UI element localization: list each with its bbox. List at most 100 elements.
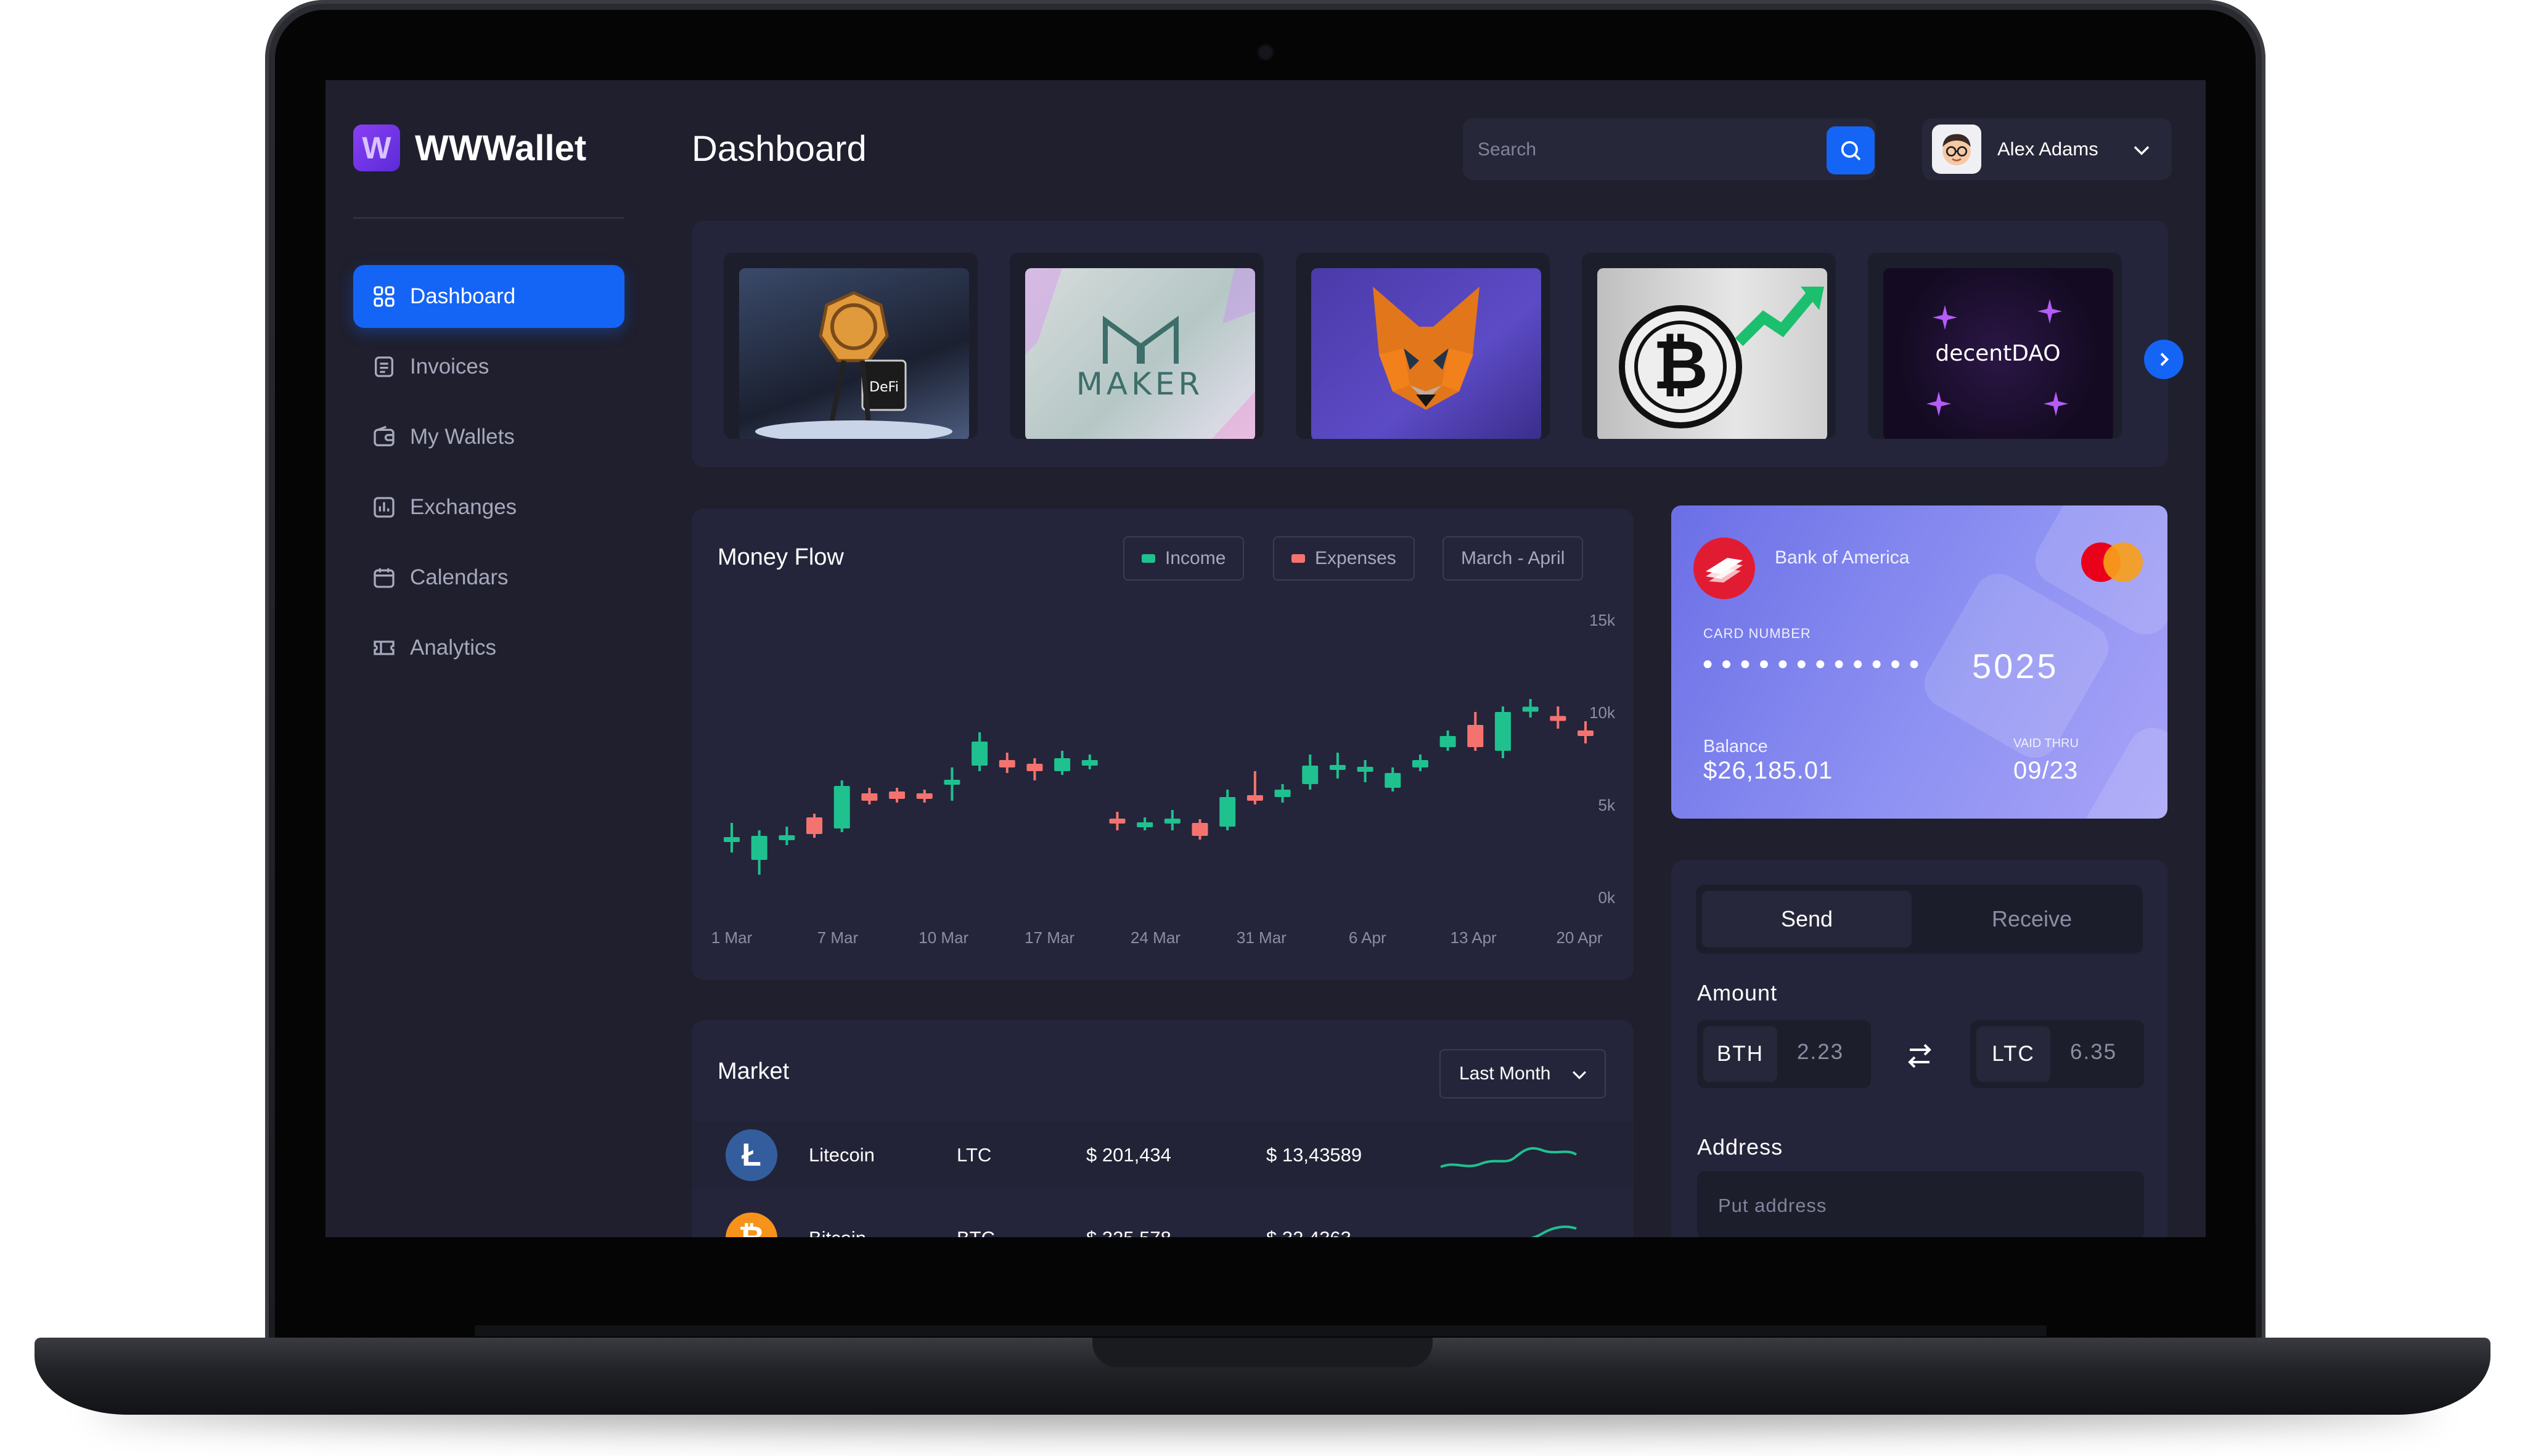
- maker-illustration: MAKER: [1025, 268, 1255, 439]
- carousel-card[interactable]: MAKER: [1010, 253, 1264, 439]
- candle-body: [1412, 760, 1428, 767]
- candle: [1192, 819, 1208, 840]
- table-row[interactable]: ₿ Bitcoin BTC $ 325,578 $ 32,4363: [692, 1205, 1634, 1237]
- candle: [1439, 730, 1456, 751]
- carousel-next-button[interactable]: [2144, 340, 2183, 379]
- tab-receive[interactable]: Receive: [1927, 891, 2137, 947]
- search-box: [1463, 118, 1876, 180]
- candle-body: [1137, 822, 1153, 827]
- nft-card-label: DeFi: [869, 380, 899, 395]
- from-currency[interactable]: BTH: [1703, 1026, 1777, 1082]
- from-amount-field[interactable]: BTH 2.23: [1697, 1020, 1871, 1088]
- sidebar-item-label: Invoices: [410, 354, 489, 378]
- candle-body: [751, 836, 767, 860]
- tab-send[interactable]: Send: [1702, 891, 1912, 947]
- logo-mark-icon: W: [353, 125, 400, 171]
- sparkline: [1530, 1225, 1577, 1237]
- candle-body: [1164, 819, 1181, 824]
- sidebar-item-exchanges[interactable]: Exchanges: [353, 476, 624, 539]
- market-period-select[interactable]: Last Month: [1439, 1049, 1606, 1098]
- to-amount-field[interactable]: LTC 6.35: [1970, 1020, 2144, 1088]
- card-number-mask: ● ● ● ● ● ● ● ● ● ● ● ●: [1702, 653, 1921, 674]
- chevron-down-icon[interactable]: [2130, 138, 2153, 162]
- candle-body: [889, 791, 906, 799]
- bank-card[interactable]: Bank of America CARD NUMBER ● ● ● ● ● ● …: [1671, 505, 2167, 819]
- laptop-hinge: [475, 1325, 2047, 1336]
- coin-price: $ 13,43589: [1266, 1144, 1362, 1166]
- sidebar-item-my-wallets[interactable]: My Wallets: [353, 406, 624, 468]
- candle-body: [1109, 819, 1126, 824]
- table-row[interactable]: Ł Litecoin LTC $ 201,434 $ 13,43589: [692, 1122, 1634, 1190]
- carousel-card[interactable]: decentDAO: [1868, 253, 2122, 439]
- sparkline: [1440, 1147, 1578, 1168]
- app-name: WWWallet: [415, 128, 587, 168]
- coin-name: Bitcoin: [809, 1227, 866, 1237]
- ticket-icon: [374, 640, 395, 655]
- bank-name: Bank of America: [1775, 547, 1910, 568]
- candle-body: [999, 760, 1015, 767]
- sidebar-item-invoices[interactable]: Invoices: [353, 335, 624, 398]
- candle: [751, 830, 767, 875]
- laptop-opening-notch: [1092, 1338, 1433, 1367]
- sidebar-item-label: Dashboard: [410, 284, 516, 308]
- address-input[interactable]: [1717, 1190, 2114, 1222]
- candle-body: [861, 793, 878, 801]
- maker-logo-art: MAKER: [1025, 268, 1255, 439]
- search-button[interactable]: [1827, 126, 1875, 174]
- carousel-card[interactable]: DeFi: [724, 253, 978, 439]
- sidebar-item-dashboard[interactable]: Dashboard: [353, 265, 624, 328]
- search-input[interactable]: [1476, 132, 1799, 168]
- bitcoin-coin-arrow-art: ₿: [1597, 268, 1827, 439]
- legend-income[interactable]: Income: [1123, 536, 1245, 581]
- candle: [1412, 755, 1428, 771]
- to-amount-value: 6.35: [2070, 1040, 2118, 1064]
- bank-logo-icon: [1693, 538, 1755, 599]
- candle-body: [1246, 795, 1263, 801]
- candle-body: [1054, 758, 1071, 771]
- candle: [1522, 699, 1539, 718]
- period-filter[interactable]: March - April: [1443, 536, 1584, 581]
- sidebar-item-calendars[interactable]: Calendars: [353, 546, 624, 609]
- sidebar-item-label: Calendars: [410, 565, 509, 589]
- carousel-card[interactable]: [1296, 253, 1550, 439]
- litecoin-icon: Ł: [726, 1129, 777, 1181]
- carousel-card[interactable]: ₿: [1582, 253, 1836, 439]
- sidebar-divider: [353, 217, 624, 219]
- svg-text:₿: ₿: [1653, 325, 1708, 404]
- y-tick-label: 10k: [1589, 703, 1616, 722]
- exchange-panel: Send Receive Amount BTH 2.23 LTC 6.35 Ad…: [1671, 860, 2167, 1237]
- app-screen: W WWWallet Dashboard Invoices My Wallets…: [325, 80, 2206, 1237]
- candle-body: [1081, 760, 1098, 766]
- legend-expenses[interactable]: Expenses: [1273, 536, 1415, 581]
- money-flow-title: Money Flow: [718, 544, 844, 570]
- decentdao-logo-art: decentDAO: [1883, 268, 2113, 439]
- market-title: Market: [718, 1058, 790, 1084]
- sidebar-item-analytics[interactable]: Analytics: [353, 616, 624, 679]
- candle-body: [1026, 764, 1043, 771]
- swap-button[interactable]: [1902, 1039, 1937, 1073]
- amount-label: Amount: [1697, 980, 1778, 1005]
- defi-coin-character-art: DeFi: [739, 268, 969, 439]
- app-logo[interactable]: W WWWallet: [353, 125, 586, 171]
- candle-body: [779, 835, 795, 840]
- x-tick-label: 17 Mar: [1025, 928, 1074, 947]
- x-tick-label: 24 Mar: [1131, 928, 1181, 947]
- nft-carousel: DeFi MAKER ₿ decentDAO: [692, 221, 2183, 467]
- candle: [1494, 706, 1511, 758]
- bitcoin-coin-icon: ₿: [1619, 287, 1824, 428]
- bitcoin-icon: ₿: [726, 1213, 777, 1237]
- card-number-label: CARD NUMBER: [1703, 626, 1811, 641]
- calendar-icon: [374, 568, 395, 588]
- sidebar-item-label: Analytics: [410, 636, 497, 660]
- defi-illustration: DeFi: [755, 291, 952, 439]
- to-currency[interactable]: LTC: [1976, 1026, 2050, 1082]
- market-panel: Market Last Month Ł Litecoin LTC $ 201,4…: [692, 1020, 1634, 1237]
- candle: [1137, 817, 1153, 830]
- x-tick-label: 20 Apr: [1556, 928, 1603, 947]
- candle: [1385, 767, 1401, 791]
- legend-income-label: Income: [1165, 548, 1226, 568]
- search-icon: [1841, 141, 1861, 161]
- user-menu[interactable]: Alex Adams: [1922, 118, 2172, 180]
- y-tick-label: 15k: [1589, 611, 1616, 629]
- expenses-swatch: [1291, 554, 1305, 563]
